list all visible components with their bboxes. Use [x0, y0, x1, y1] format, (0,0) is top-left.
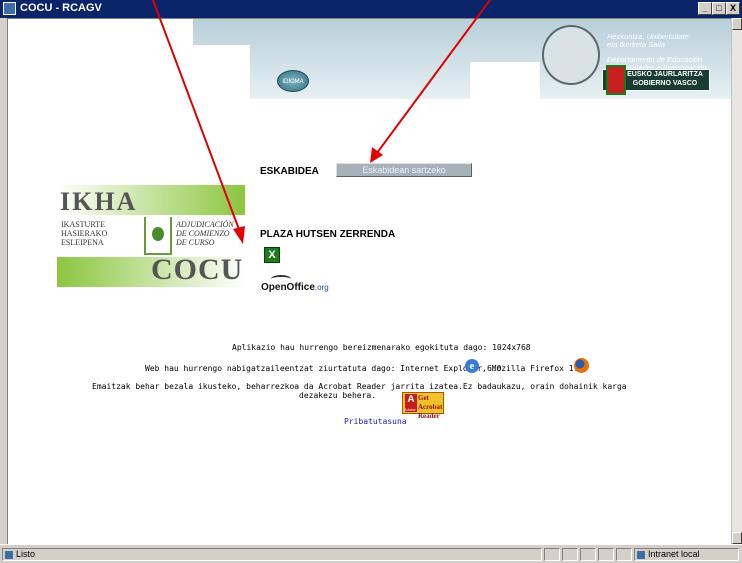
intranet-icon	[637, 550, 645, 559]
status-left: Listo	[2, 548, 542, 561]
status-text: Listo	[16, 549, 36, 559]
annotation-arrow-left	[152, 0, 241, 233]
annotation-arrow-right	[376, 0, 491, 154]
status-bar: Listo Intranet local	[0, 544, 742, 563]
zone-indicator: Intranet local	[634, 548, 739, 561]
zone-text: Intranet local	[648, 549, 700, 559]
annotation-arrowhead-right	[370, 147, 383, 163]
annotation-arrowhead-left	[233, 226, 245, 244]
page-status-icon	[5, 550, 13, 559]
annotation-arrows	[152, 0, 491, 244]
